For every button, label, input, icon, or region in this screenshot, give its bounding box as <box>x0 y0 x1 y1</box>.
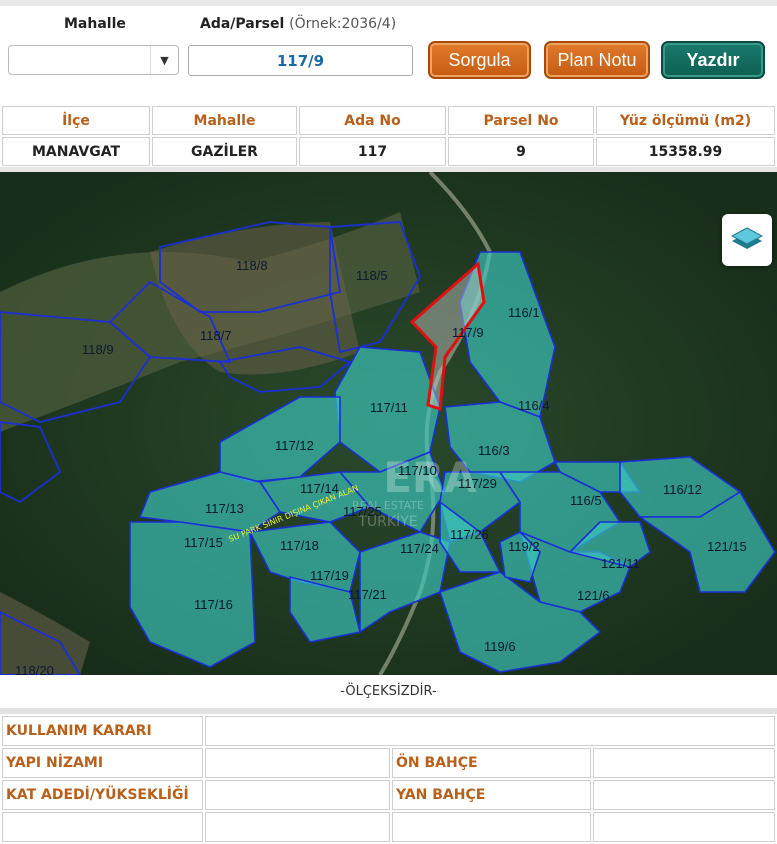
yan-bahce-label: YAN BAHÇE <box>392 780 591 810</box>
yapi-nizami-label: YAPI NİZAMI <box>2 748 203 778</box>
header-ada-no: Ada No <box>299 106 446 135</box>
parcel-label: 117/9 <box>452 325 484 340</box>
parcel-map[interactable]: ERA REAL ESTATE TÜRKİYE SU PARK SINIR DI… <box>0 167 777 675</box>
on-bahce-label: ÖN BAHÇE <box>392 748 591 778</box>
parcel-label: 121/15 <box>707 539 747 554</box>
parcel-label: 117/18 <box>280 538 319 553</box>
value-ilce: MANAVGAT <box>2 137 150 166</box>
kullanim-karari-label: KULLANIM KARARI <box>2 716 203 746</box>
header-ilce: İlçe <box>2 106 150 135</box>
top-bar <box>0 0 777 6</box>
mahalle-select[interactable]: ▼ <box>8 45 179 75</box>
kat-adedi-value <box>205 780 390 810</box>
parcel-label: 119/2 <box>508 539 540 554</box>
parcel-label: 117/12 <box>275 438 314 453</box>
plan-row: KULLANIM KARARI <box>2 716 775 746</box>
parcel-label: 117/14 <box>300 481 339 496</box>
parcel-label: 117/16 <box>194 597 233 612</box>
parcel-label: 117/29 <box>458 476 497 491</box>
parcel-label: 117/25 <box>343 504 382 519</box>
header-parsel-no: Parsel No <box>448 106 594 135</box>
parcel-label: 116/4 <box>518 398 550 413</box>
parcel-label: 121/11 <box>601 556 640 571</box>
kat-adedi-label: KAT ADEDİ/YÜKSEKLİĞİ <box>2 780 203 810</box>
parcel-label: 121/6 <box>577 588 610 603</box>
map-canvas[interactable]: ERA REAL ESTATE TÜRKİYE SU PARK SINIR DI… <box>0 172 777 675</box>
yan-bahce-value <box>593 780 775 810</box>
plan-row: YAPI NİZAMI ÖN BAHÇE <box>2 748 775 778</box>
plan-row <box>2 812 775 842</box>
parcel-label: 117/24 <box>400 541 439 556</box>
plan-info-table: KULLANIM KARARI YAPI NİZAMI ÖN BAHÇE KAT… <box>0 714 777 844</box>
layers-button[interactable] <box>722 214 772 266</box>
empty-cell <box>392 812 591 842</box>
parcel-label: 116/5 <box>570 493 602 508</box>
parcel-label: 118/8 <box>236 258 268 273</box>
mahalle-label: Mahalle <box>64 16 126 32</box>
parcel-label: 117/13 <box>205 501 244 516</box>
parcel-label: 119/6 <box>484 639 516 654</box>
yazdir-button[interactable]: Yazdır <box>661 41 765 79</box>
parcel-label: 116/12 <box>663 482 702 497</box>
yapi-nizami-value <box>205 748 390 778</box>
plan-notu-button[interactable]: Plan Notu <box>544 41 650 79</box>
parcel-label: 118/7 <box>200 328 232 343</box>
parcel-label: 117/19 <box>310 568 349 583</box>
on-bahce-value <box>593 748 775 778</box>
scale-note: -ÖLÇEKSİZDİR- <box>340 684 437 699</box>
value-mahalle: GAZİLER <box>152 137 297 166</box>
empty-cell <box>2 812 203 842</box>
value-parsel-no: 9 <box>448 137 594 166</box>
header-yuzolcumu: Yüz ölçümü (m2) <box>596 106 775 135</box>
parcel-info-header-row: İlçe Mahalle Ada No Parsel No Yüz ölçümü… <box>2 106 775 135</box>
empty-cell <box>205 812 390 842</box>
plan-row: KAT ADEDİ/YÜKSEKLİĞİ YAN BAHÇE <box>2 780 775 810</box>
parcel-label: 117/21 <box>348 587 387 602</box>
parcel-label: 117/11 <box>370 400 408 415</box>
parcel-label: 116/1 <box>508 305 540 320</box>
sorgula-button[interactable]: Sorgula <box>428 41 531 79</box>
parcel-label: 117/26 <box>450 527 489 542</box>
empty-cell <box>593 812 775 842</box>
value-ada-no: 117 <box>299 137 446 166</box>
chevron-down-icon[interactable]: ▼ <box>150 46 178 74</box>
header-mahalle: Mahalle <box>152 106 297 135</box>
value-yuzolcumu: 15358.99 <box>596 137 775 166</box>
layers-icon <box>730 227 764 249</box>
parcel-info-value-row: MANAVGAT GAZİLER 117 9 15358.99 <box>2 137 775 166</box>
parcel-label: 117/15 <box>184 535 223 550</box>
parcel-label: 117/10 <box>398 463 437 478</box>
parcel-label: 116/3 <box>478 443 510 458</box>
parcel-info-table: İlçe Mahalle Ada No Parsel No Yüz ölçümü… <box>0 104 777 168</box>
parcel-label: 118/5 <box>356 268 388 283</box>
parcel-label: 118/9 <box>82 342 114 357</box>
parcel-label: 118/20 <box>15 663 54 675</box>
ada-parsel-label: Ada/Parsel (Örnek:2036/4) <box>200 16 397 32</box>
kullanim-karari-value <box>205 716 775 746</box>
ada-parsel-input[interactable] <box>188 45 413 76</box>
ada-parsel-hint: (Örnek:2036/4) <box>289 16 397 32</box>
